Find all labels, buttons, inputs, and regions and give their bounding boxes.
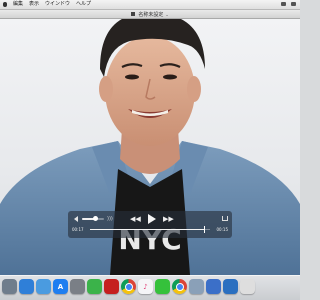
- volume-slider[interactable]: [82, 216, 104, 221]
- image-viewer-icon[interactable]: [189, 279, 204, 294]
- launchpad-icon[interactable]: [2, 279, 17, 294]
- keynote-icon[interactable]: [206, 279, 221, 294]
- line-icon[interactable]: [155, 279, 170, 294]
- chrome-center: [175, 282, 184, 291]
- window-title: 名称未設定: [138, 11, 164, 18]
- itunes-glyph: ♪: [143, 282, 148, 291]
- battery-icon[interactable]: [291, 2, 296, 6]
- status-icons: [281, 2, 296, 6]
- volume-knob[interactable]: [93, 216, 99, 221]
- chrome-center: [124, 282, 133, 291]
- volume-high-icon[interactable]: ))): [107, 216, 113, 222]
- fast-forward-button[interactable]: ▶▶: [163, 215, 174, 223]
- window-title-bar[interactable]: 名称未設定 ⌄: [0, 10, 300, 19]
- dock: A ♪: [0, 275, 300, 300]
- menu-bar: 編集 表示 ウインドウ ヘルプ: [0, 0, 300, 10]
- dock-icons: A ♪: [2, 279, 255, 294]
- scrub-fill: [90, 229, 204, 230]
- time-elapsed: 00:17: [72, 227, 84, 232]
- play-button[interactable]: [148, 214, 156, 224]
- chrome-icon-2[interactable]: [172, 279, 187, 294]
- volume-low-icon[interactable]: [74, 216, 78, 222]
- safari-icon[interactable]: [19, 279, 34, 294]
- app-store-icon[interactable]: A: [53, 279, 68, 294]
- evernote-icon[interactable]: [87, 279, 102, 294]
- apple-menu-icon[interactable]: [3, 2, 7, 7]
- menu-item-window[interactable]: ウインドウ: [45, 0, 70, 9]
- scrub-bar[interactable]: [90, 226, 210, 233]
- menu-item-help[interactable]: ヘルプ: [76, 0, 91, 9]
- acrobat-icon[interactable]: [104, 279, 119, 294]
- face: [105, 36, 195, 146]
- playback-controls: ))) ◀◀ ▶▶ 00:17 00:15: [68, 211, 232, 238]
- playhead[interactable]: [204, 226, 205, 233]
- rewind-button[interactable]: ◀◀: [130, 215, 141, 223]
- itunes-icon[interactable]: ♪: [138, 279, 153, 294]
- wifi-icon[interactable]: [281, 2, 286, 6]
- chevron-down-icon[interactable]: ⌄: [165, 12, 168, 17]
- desktop: 編集 表示 ウインドウ ヘルプ 名称未設定 ⌄ NYC))) ◀◀ ▶▶ 00…: [0, 0, 300, 300]
- document-icon: [131, 12, 136, 16]
- quicktime-icon[interactable]: [240, 279, 255, 294]
- share-icon[interactable]: [222, 216, 228, 221]
- menu-item-view[interactable]: 表示: [29, 0, 39, 9]
- menu-item-edit[interactable]: 編集: [13, 0, 23, 9]
- mail-icon[interactable]: [36, 279, 51, 294]
- system-preferences-icon[interactable]: [70, 279, 85, 294]
- app-store-glyph: A: [57, 282, 64, 291]
- time-total: 00:15: [216, 227, 228, 232]
- globe-icon[interactable]: [223, 279, 238, 294]
- chrome-icon[interactable]: [121, 279, 136, 294]
